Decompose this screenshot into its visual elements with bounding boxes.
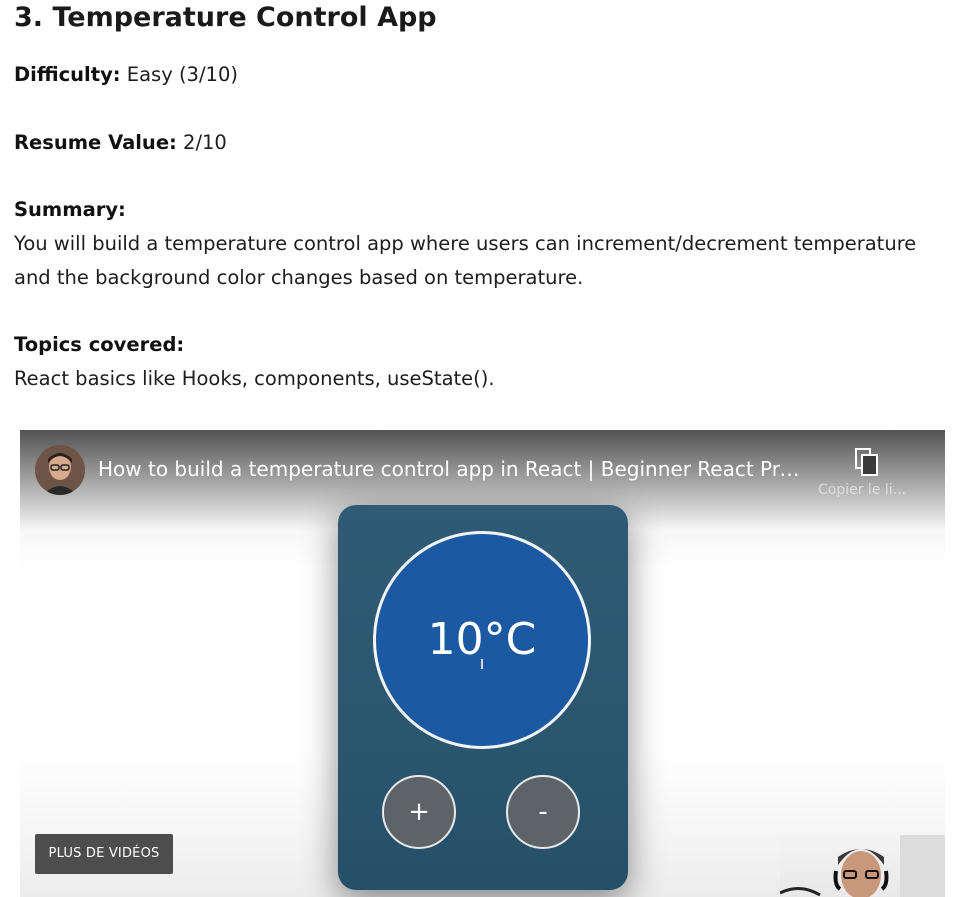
more-videos-button[interactable]: PLUS DE VIDÉOS (35, 834, 173, 874)
summary-label-line: Summary: (14, 193, 126, 227)
resume-value-label: Resume Value: (14, 131, 177, 154)
channel-avatar[interactable] (35, 445, 85, 495)
resume-value-line: Resume Value: 2/10 (14, 126, 227, 160)
topics-label-line: Topics covered: (14, 328, 184, 362)
temperature-display-circle: 10°C (373, 531, 591, 749)
presenter-webcam-overlay (780, 835, 945, 897)
copy-icon (855, 448, 878, 476)
copy-link-label: Copier le li... (818, 482, 907, 498)
difficulty-line: Difficulty: Easy (3/10) (14, 58, 238, 92)
temperature-app-preview: 10°C + - (338, 505, 628, 890)
avatar-image (35, 445, 85, 495)
text-cursor-icon (481, 659, 483, 669)
summary-text: You will build a temperature control app… (14, 232, 917, 289)
difficulty-value: Easy (3/10) (126, 63, 238, 86)
decrement-button: - (506, 775, 580, 849)
summary-label: Summary: (14, 198, 126, 221)
youtube-video-embed[interactable]: How to build a temperature control app i… (20, 430, 945, 897)
video-title[interactable]: How to build a temperature control app i… (98, 455, 803, 483)
difficulty-label: Difficulty: (14, 63, 121, 86)
article-page: 3. Temperature Control App Difficulty: E… (0, 0, 968, 897)
topics-label: Topics covered: (14, 333, 185, 356)
copy-link-button[interactable]: Copier le li... (812, 446, 922, 506)
resume-value: 2/10 (183, 131, 227, 154)
presenter-image (780, 835, 945, 897)
section-heading: 3. Temperature Control App (14, 2, 437, 33)
topics-text: React basics like Hooks, components, use… (14, 367, 495, 390)
increment-button: + (382, 775, 456, 849)
